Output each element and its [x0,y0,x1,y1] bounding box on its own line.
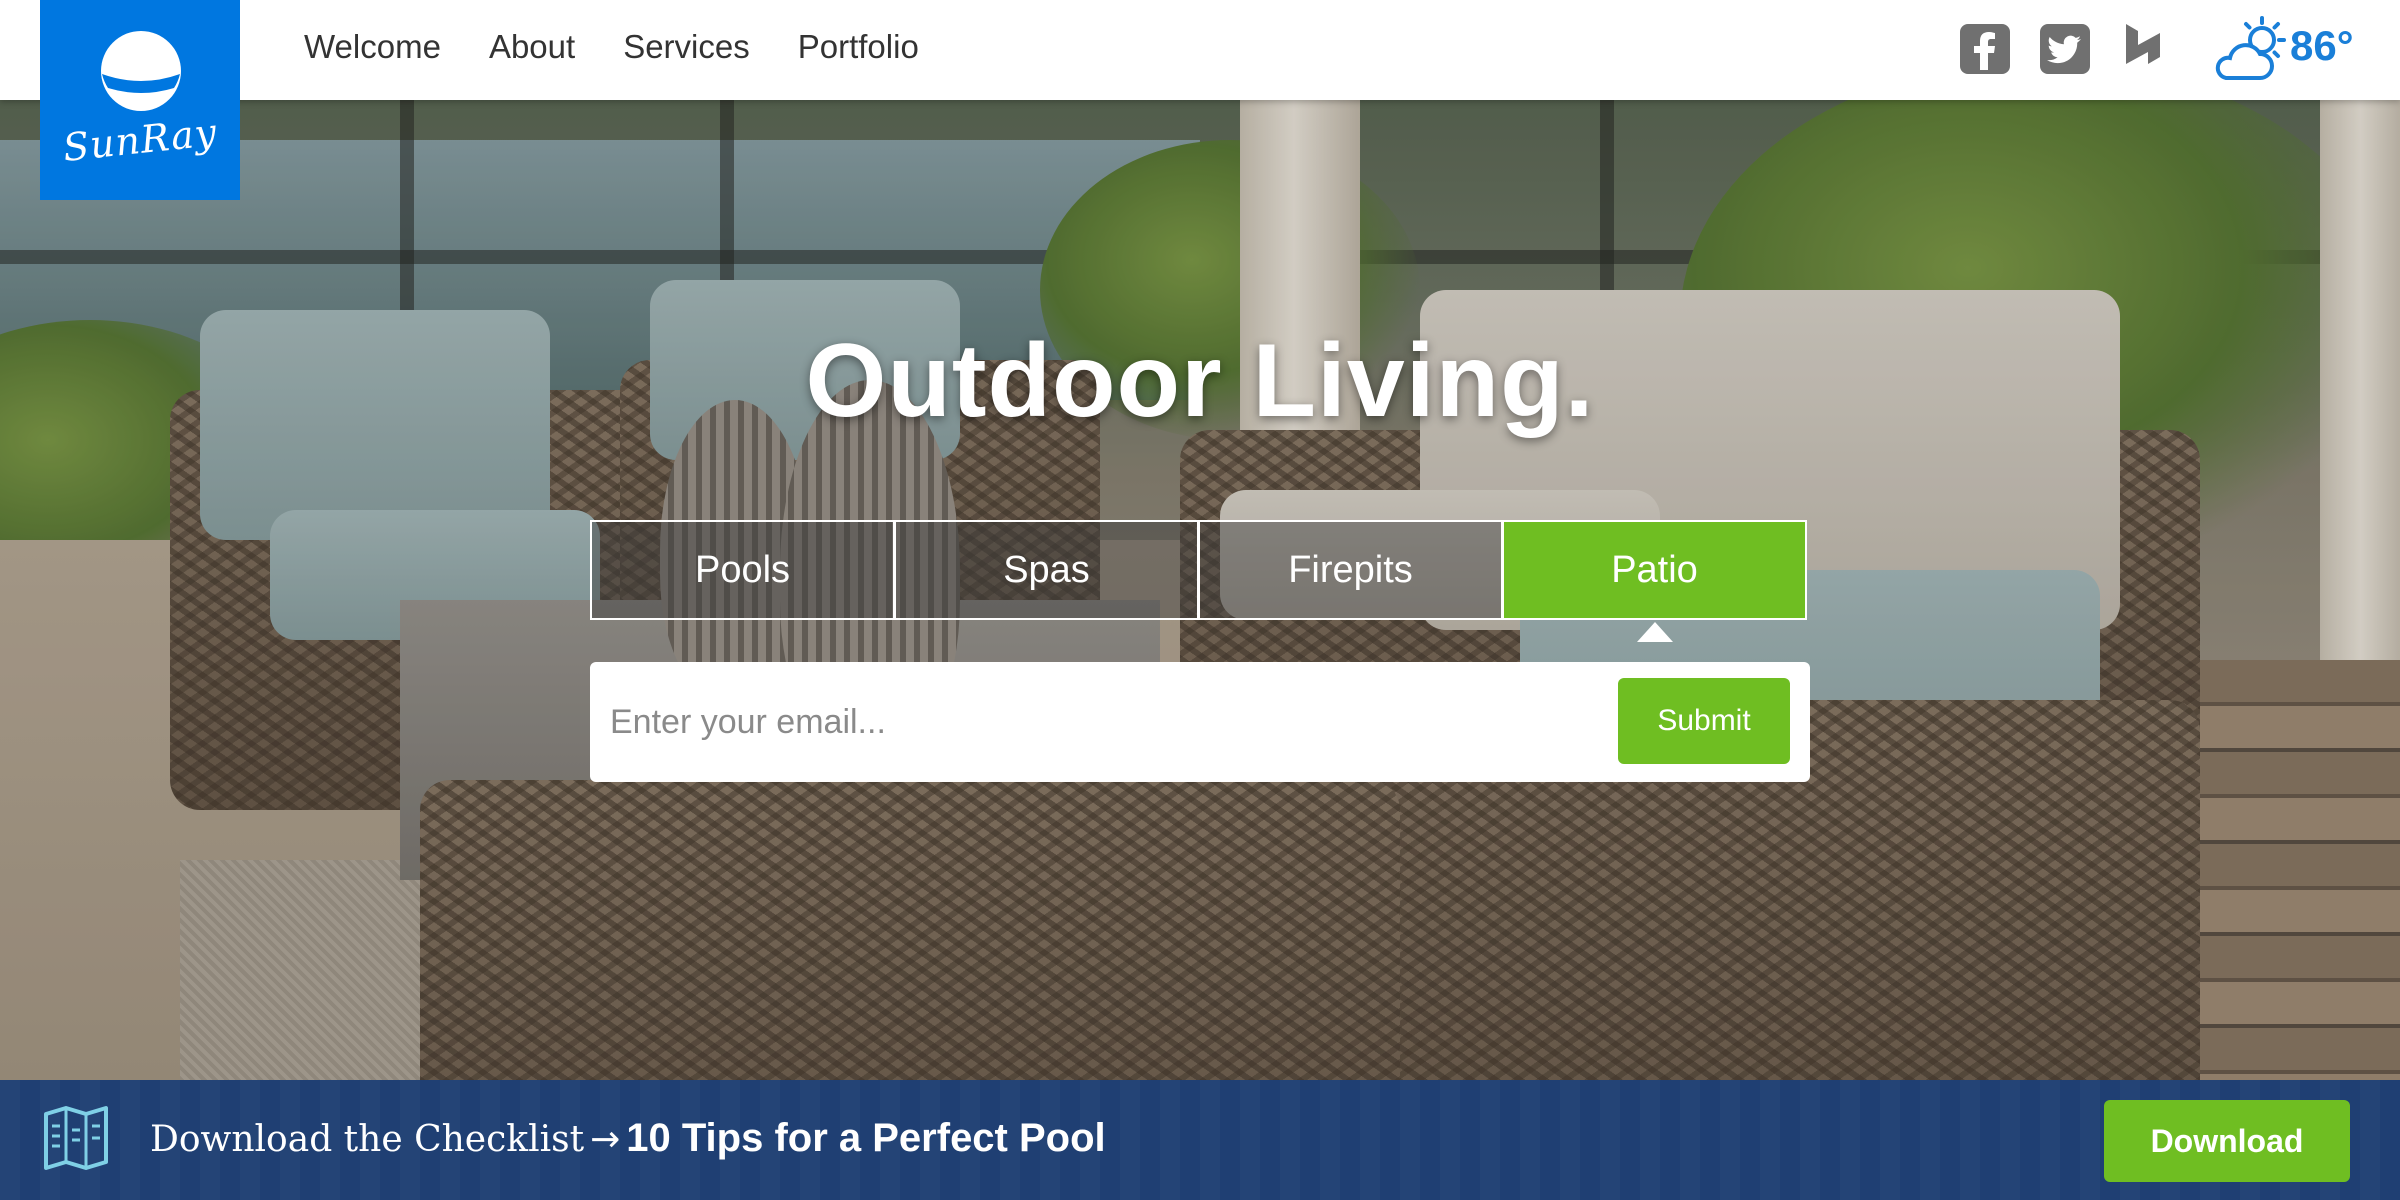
download-button[interactable]: Download [2104,1100,2350,1182]
twitter-icon[interactable] [2038,22,2092,76]
hero-headline: Outdoor Living. [805,323,1595,439]
checklist-cta-bar: Download the Checklist → 10 Tips for a Per… [0,1080,2400,1200]
site-logo[interactable]: SunRay [40,0,240,200]
tab-spas[interactable]: Spas [894,520,1199,620]
site-header: Welcome About Services Portfolio 86° [0,0,2400,100]
cta-text: Download the Checklist → 10 Tips for a Per… [150,1116,1106,1161]
main-nav: Welcome About Services Portfolio [304,28,919,66]
houzz-icon[interactable] [2116,22,2170,76]
nav-item-services[interactable]: Services [623,28,750,66]
cta-title: 10 Tips for a Perfect Pool [626,1116,1106,1160]
cta-lead: Download the Checklist [150,1119,585,1160]
facebook-icon[interactable] [1958,22,2012,76]
hero-background-photo [0,100,2400,1200]
submit-button[interactable]: Submit [1618,678,1790,764]
weather-temperature: 86° [2290,22,2354,69]
nav-item-about[interactable]: About [489,28,575,66]
email-input[interactable] [610,676,1610,768]
tab-patio[interactable]: Patio [1502,520,1807,620]
tab-firepits[interactable]: Firepits [1198,520,1503,620]
sun-logo-icon [101,31,181,111]
email-signup-form: Submit [590,662,1810,782]
nav-item-welcome[interactable]: Welcome [304,28,441,66]
nav-item-portfolio[interactable]: Portfolio [798,28,919,66]
partly-cloudy-icon [2215,16,2286,80]
category-tabs: Pools Spas Firepits Patio [590,520,1810,620]
logo-wordmark: SunRay [60,110,220,170]
arrow-right-icon: → [590,1119,621,1160]
checklist-map-icon [44,1106,108,1170]
tab-pools[interactable]: Pools [590,520,895,620]
